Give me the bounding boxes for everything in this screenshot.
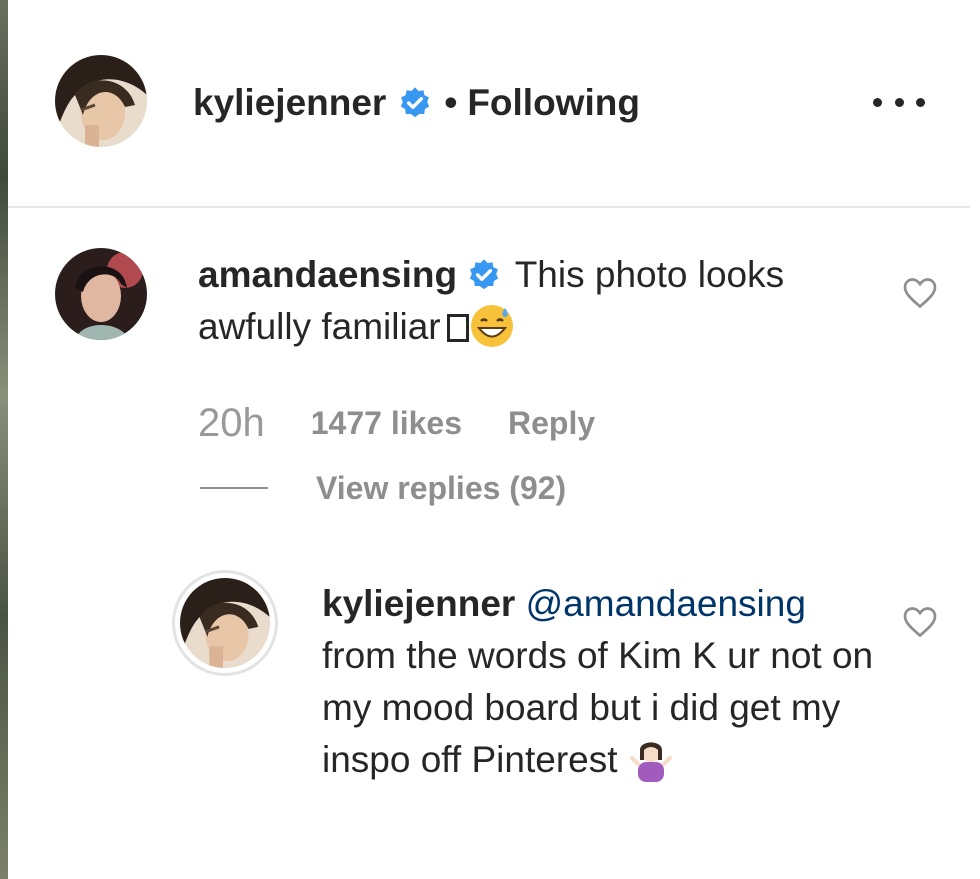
following-button[interactable]: Following — [467, 82, 640, 124]
shrugging-woman-emoji — [628, 736, 674, 782]
post-author: kyliejenner • Following — [193, 78, 640, 128]
comment-likes[interactable]: 1477 likes — [311, 405, 462, 442]
avatar[interactable] — [55, 55, 147, 147]
reply-text: from the words of Kim K ur not on my moo… — [322, 635, 874, 780]
verified-badge-icon — [467, 258, 501, 292]
post-header: kyliejenner • Following — [8, 0, 970, 208]
replies-divider-line — [200, 487, 268, 489]
dot — [916, 97, 925, 107]
header-username[interactable]: kyliejenner — [193, 82, 386, 124]
dot — [873, 97, 882, 107]
view-replies-button[interactable]: View replies (92) — [200, 466, 566, 510]
more-options-icon[interactable] — [873, 84, 925, 120]
reply-body: kyliejenner @amandaensing from the words… — [322, 578, 882, 786]
avatar[interactable] — [172, 570, 278, 676]
comment-timestamp[interactable]: 20h — [198, 401, 265, 446]
like-heart-icon[interactable] — [902, 605, 938, 639]
reply-username[interactable]: kyliejenner — [322, 583, 515, 624]
mention-link[interactable]: @amandaensing — [526, 583, 806, 624]
background-photo-edge — [0, 0, 8, 879]
dot — [894, 97, 904, 107]
missing-glyph-box — [446, 314, 469, 342]
comment-meta: 20h 1477 likes Reply — [198, 398, 595, 448]
avatar[interactable] — [55, 248, 147, 340]
grinning-sweat-emoji — [469, 303, 515, 349]
like-heart-icon[interactable] — [902, 276, 938, 310]
separator-dot: • — [444, 82, 458, 123]
reply-button[interactable]: Reply — [508, 405, 595, 442]
comment-body: amandaensing This photo looks awfully fa… — [198, 249, 878, 353]
comment-username[interactable]: amandaensing — [198, 254, 457, 295]
view-replies-label: View replies (92) — [316, 469, 567, 506]
verified-badge-icon — [398, 86, 432, 120]
